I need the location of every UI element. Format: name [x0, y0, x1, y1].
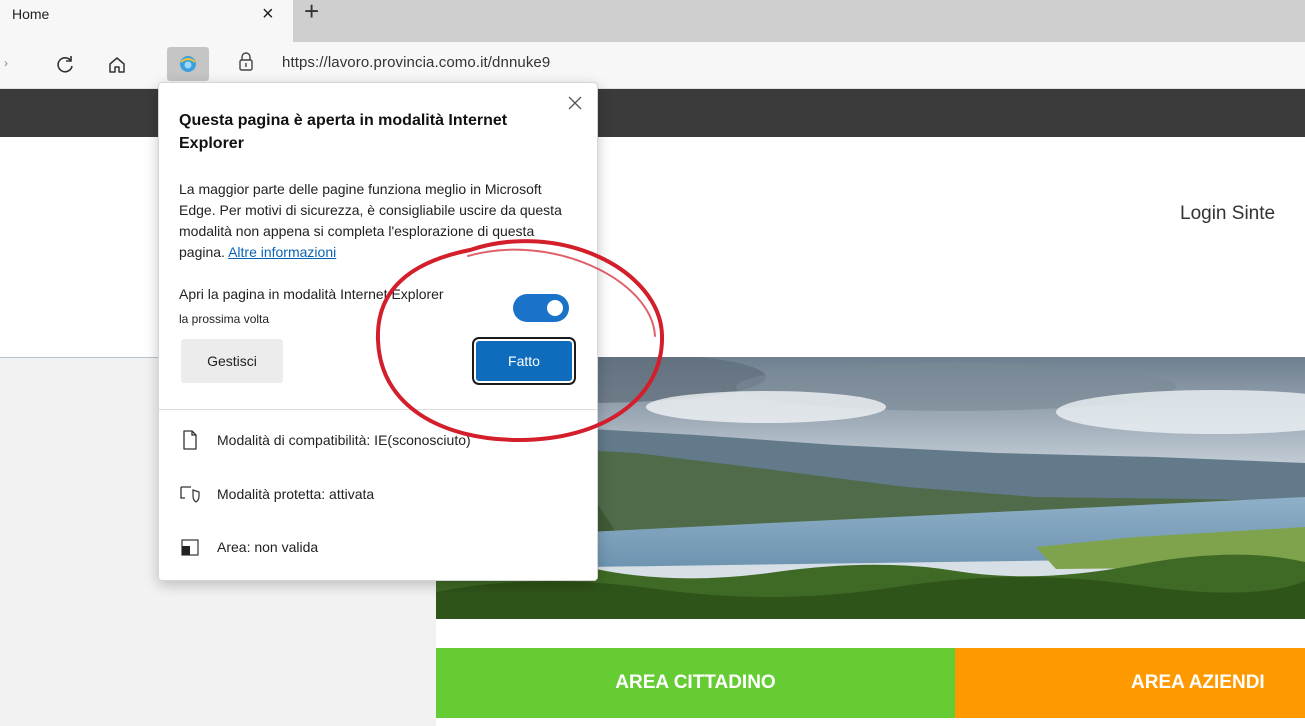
tab-strip: Home × + — [0, 0, 1305, 42]
info-row-zone: Area: non valida — [179, 534, 318, 560]
info-protected-mode: Modalità protetta: attivata — [217, 486, 375, 502]
info-zone: Area: non valida — [217, 539, 319, 555]
back-arrow-icon[interactable]: › — [4, 56, 8, 70]
info-row-protected: Modalità protetta: attivata — [179, 481, 374, 507]
ie-mode-button[interactable] — [167, 47, 209, 81]
tab-home[interactable]: Home × — [0, 0, 293, 42]
manage-button[interactable]: Gestisci — [181, 339, 283, 383]
refresh-icon — [57, 56, 73, 73]
more-info-link[interactable]: Altre informazioni — [228, 244, 336, 260]
popup-divider — [159, 409, 597, 410]
tab-title: Home — [12, 6, 50, 22]
info-row-compatibility: Modalità di compatibilità: IE(sconosciut… — [179, 427, 471, 453]
info-compatibility: Modalità di compatibilità: IE(sconosciut… — [217, 432, 471, 448]
area-cittadino-button[interactable]: AREA CITTADINO — [436, 648, 955, 718]
area-aziende-button[interactable]: AREA AZIENDI — [955, 648, 1305, 718]
toggle-sublabel: la prossima volta — [179, 312, 270, 326]
tab-close-button[interactable]: × — [262, 2, 274, 26]
popup-title: Questa pagina è aperta in modalità Inter… — [179, 112, 508, 152]
address-bar[interactable]: https://lavoro.provincia.como.it/dnnuke9 — [282, 54, 550, 71]
new-tab-button[interactable]: + — [304, 0, 319, 24]
home-button[interactable] — [102, 50, 132, 80]
lock-icon[interactable] — [238, 52, 254, 72]
zone-icon — [179, 536, 201, 558]
login-link[interactable]: Login Sinte — [1180, 203, 1275, 225]
ie-mode-popup: Questa pagina è aperta in modalità Inter… — [158, 82, 598, 581]
done-button[interactable]: Fatto — [472, 337, 576, 385]
ie-mode-toggle[interactable] — [513, 294, 569, 322]
close-icon[interactable] — [565, 93, 585, 113]
toggle-label: Apri la pagina in modalità Internet Expl… — [179, 286, 444, 302]
refresh-button[interactable] — [50, 50, 80, 80]
toggle-knob — [547, 300, 563, 316]
page-icon — [179, 429, 201, 451]
protected-mode-icon — [179, 483, 201, 505]
ie-logo-icon — [180, 56, 196, 72]
home-icon — [109, 57, 125, 73]
popup-description: La maggior parte delle pagine funziona m… — [179, 179, 579, 263]
